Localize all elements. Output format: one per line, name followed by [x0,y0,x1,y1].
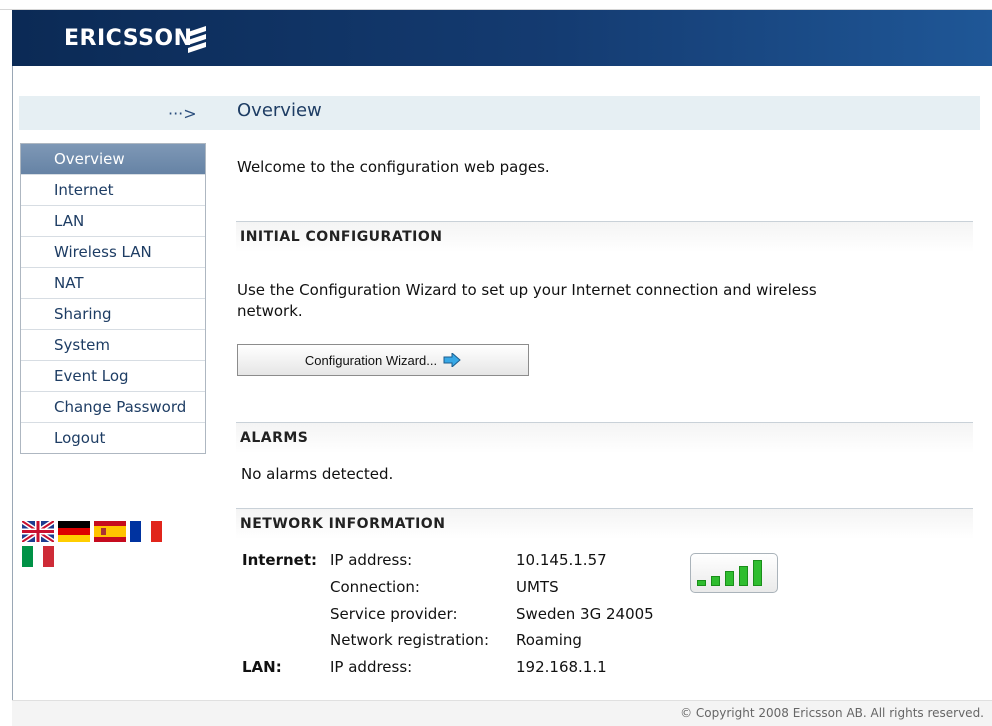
internet-ip-value: 10.145.1.57 [516,551,607,569]
alarms-title: ALARMS [240,430,309,446]
sidebar-item-internet[interactable]: Internet [21,175,205,206]
france-flag-icon[interactable] [130,521,162,542]
internet-label: Internet: [242,551,318,569]
arrow-right-icon [443,353,461,367]
network-registration-value: Roaming [516,631,582,649]
alarms-text: No alarms detected. [241,465,394,483]
service-provider-key: Service provider: [330,605,458,623]
signal-bar [725,571,734,586]
logo-text: ERICSSON [64,26,193,51]
configuration-wizard-label: Configuration Wizard... [304,352,438,368]
footer: © Copyright 2008 Ericsson AB. All rights… [12,700,992,726]
section-header-alarms [236,422,973,461]
signal-bar [753,560,762,586]
sidebar-item-change-password[interactable]: Change Password [21,392,205,423]
uk-flag-icon[interactable] [22,521,54,542]
internet-ip-key: IP address: [330,551,413,569]
ericsson-stripes-icon [188,26,206,53]
welcome-text: Welcome to the configuration web pages. [237,158,550,176]
initial-config-title: INITIAL CONFIGURATION [240,229,443,245]
sidebar-item-event-log[interactable]: Event Log [21,361,205,392]
language-selector [22,521,182,571]
dotted-arrow-icon: ···> [168,104,197,123]
signal-bar [697,580,706,586]
lan-ip-key: IP address: [330,658,413,676]
network-info-title: NETWORK INFORMATION [240,516,446,532]
header-banner: ERICSSON [12,10,992,66]
page-title: Overview [237,100,322,121]
italy-flag-icon[interactable] [22,546,54,567]
signal-bar [739,566,748,586]
connection-key: Connection: [330,578,420,596]
network-registration-key: Network registration: [330,631,489,649]
signal-bar [711,576,720,586]
lan-label: LAN: [242,658,282,676]
sidebar-item-overview[interactable]: Overview [21,144,205,175]
sidebar-nav: Overview Internet LAN Wireless LAN NAT S… [20,143,206,454]
sidebar-item-logout[interactable]: Logout [21,423,205,453]
sidebar-item-wireless-lan[interactable]: Wireless LAN [21,237,205,268]
spain-flag-icon[interactable] [94,521,126,542]
germany-flag-icon[interactable] [58,521,90,542]
sidebar-item-lan[interactable]: LAN [21,206,205,237]
sidebar-item-system[interactable]: System [21,330,205,361]
lan-ip-value: 192.168.1.1 [516,658,607,676]
connection-value: UMTS [516,578,559,596]
initial-config-desc-line1: Use the Configuration Wizard to set up y… [237,281,817,299]
sidebar-item-sharing[interactable]: Sharing [21,299,205,330]
copyright-text: © Copyright 2008 Ericsson AB. All rights… [680,706,984,720]
top-border [0,0,992,10]
service-provider-value: Sweden 3G 24005 [516,605,654,623]
initial-config-desc-line2: network. [237,302,303,320]
signal-strength-indicator [690,553,778,593]
title-bar [19,96,980,130]
configuration-wizard-button[interactable]: Configuration Wizard... [237,344,529,376]
sidebar-item-nat[interactable]: NAT [21,268,205,299]
